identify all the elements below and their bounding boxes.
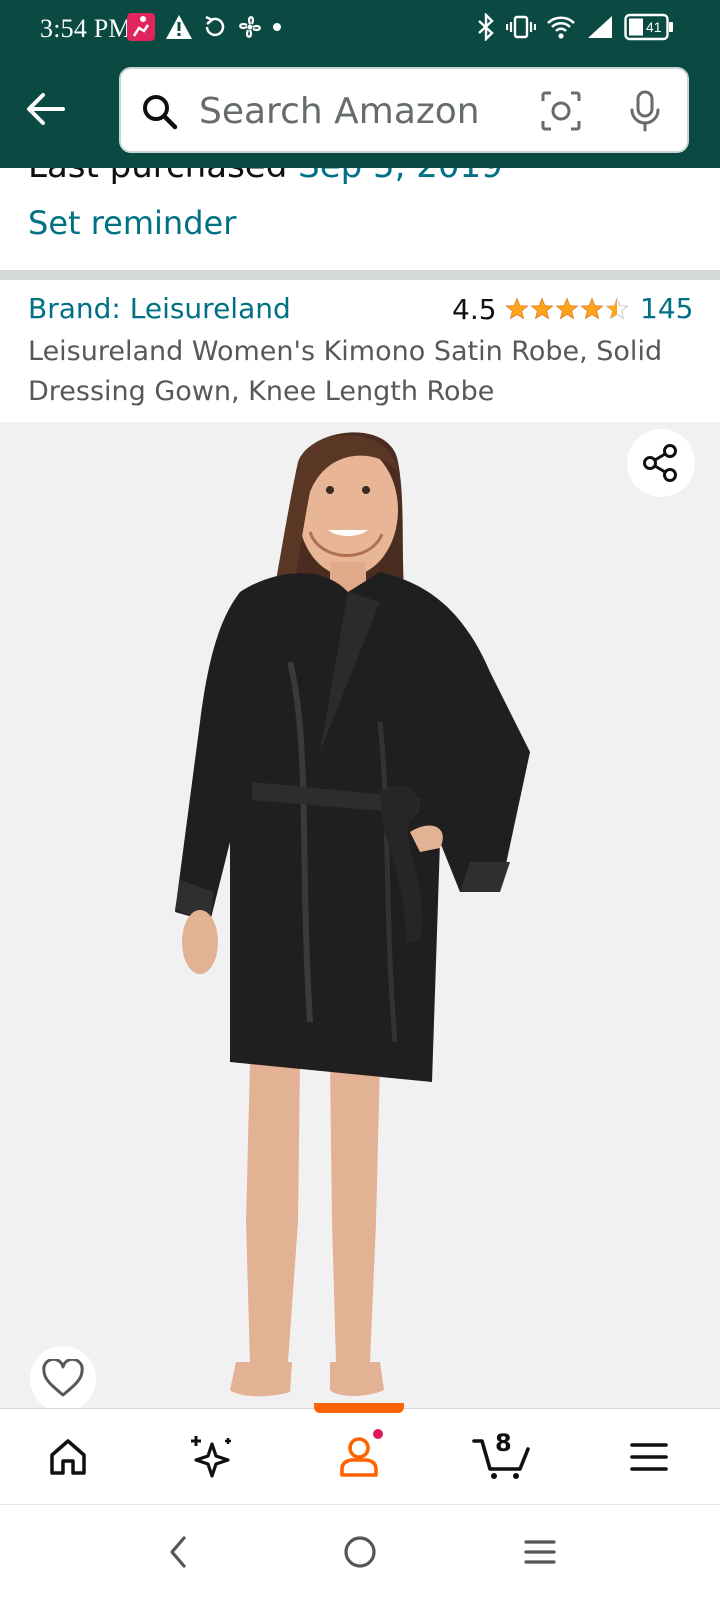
search-bar[interactable]: Search Amazon [119, 67, 689, 153]
last-purchased-date[interactable]: Sep 5, 2019 [298, 168, 503, 186]
product-info: Brand: Leisureland 4.5 145 Leisureland W… [0, 280, 720, 422]
heart-icon [42, 1359, 84, 1397]
microphone-icon[interactable] [627, 89, 663, 138]
sync-icon [202, 14, 228, 40]
cart-count: 8 [495, 1429, 512, 1457]
home-icon [50, 1439, 86, 1475]
last-purchased-text: Last purchased Sep 5, 2019 [28, 168, 503, 186]
wifi-icon [546, 14, 576, 40]
hamburger-menu-icon [630, 1443, 668, 1471]
vibrate-icon [506, 14, 536, 40]
nav-account[interactable] [319, 1427, 399, 1487]
search-input[interactable]: Search Amazon [199, 91, 480, 132]
search-icon [141, 93, 179, 136]
review-count[interactable]: 145 [640, 292, 693, 325]
product-image-area[interactable] [0, 422, 720, 1408]
nav-rufus-ai[interactable] [171, 1427, 251, 1487]
status-time: 3:54 PM [40, 14, 132, 43]
star-full-icon [505, 297, 529, 320]
star-rating [505, 297, 629, 321]
brand-link[interactable]: Brand: Leisureland [28, 292, 291, 325]
signal-icon [586, 14, 614, 40]
star-full-icon [555, 297, 579, 320]
bluetooth-icon [476, 13, 496, 41]
status-notification-icons [126, 10, 282, 44]
product-title: Leisureland Women's Kimono Satin Robe, S… [28, 336, 663, 407]
chevron-left-icon [170, 1536, 186, 1568]
wishlist-button[interactable] [30, 1346, 96, 1408]
nav-home[interactable] [28, 1427, 108, 1487]
star-half-icon [605, 297, 629, 320]
nav-menu[interactable] [609, 1427, 689, 1487]
star-full-icon [580, 297, 604, 320]
system-home-button[interactable] [330, 1527, 390, 1577]
fitness-app-icon [126, 12, 156, 42]
back-button[interactable] [22, 86, 68, 132]
section-divider [0, 270, 720, 280]
rating-value: 4.5 [452, 292, 497, 326]
set-reminder-link[interactable]: Set reminder [28, 204, 236, 242]
share-icon [643, 444, 677, 482]
rating-summary[interactable]: 4.5 [452, 292, 629, 326]
status-bar: 3:54 PM 41 [0, 0, 720, 58]
warning-icon [164, 13, 194, 41]
system-navigation-bar [0, 1504, 720, 1600]
battery-icon: 41 [624, 13, 674, 41]
system-back-button[interactable] [148, 1527, 208, 1577]
notification-dot [371, 1427, 385, 1441]
bottom-navigation: 8 [0, 1403, 720, 1504]
status-system-icons: 41 [476, 10, 674, 44]
battery-level: 41 [646, 19, 662, 35]
recents-menu-icon [524, 1540, 556, 1564]
sparkle-icon [191, 1436, 231, 1478]
product-photo [175, 432, 530, 1397]
nav-cart[interactable]: 8 [462, 1427, 542, 1487]
dot-icon [272, 22, 282, 32]
circle-home-icon [344, 1536, 376, 1568]
app-header: 3:54 PM 41 Search Amazon [0, 0, 720, 168]
camera-search-icon[interactable] [539, 89, 583, 138]
share-button[interactable] [627, 429, 695, 497]
account-icon [340, 1437, 378, 1477]
last-purchased-label: Last purchased [28, 168, 287, 186]
purchase-history-section: Last purchased Sep 5, 2019 Set reminder [0, 168, 720, 268]
star-full-icon [530, 297, 554, 320]
system-recents-button[interactable] [510, 1527, 570, 1577]
active-tab-indicator [314, 1403, 404, 1413]
fan-icon [236, 13, 264, 41]
back-arrow-icon [27, 93, 65, 125]
